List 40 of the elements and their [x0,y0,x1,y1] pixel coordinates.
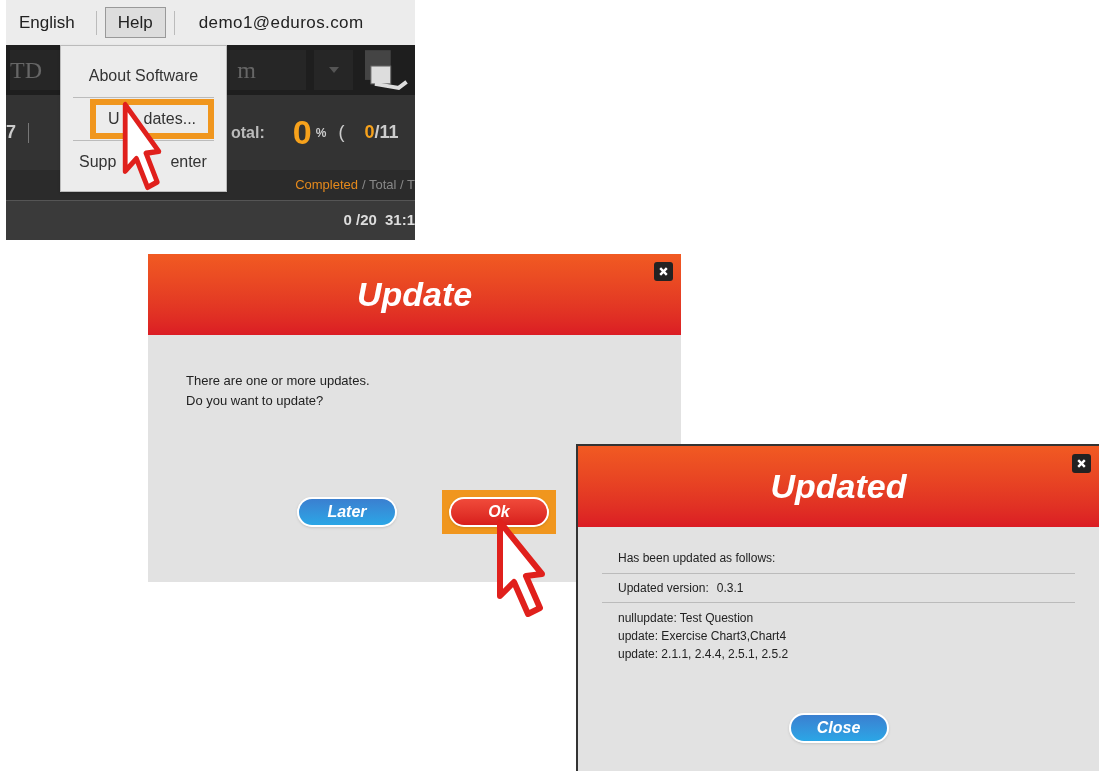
menu-item[interactable]: Supp enter [73,148,213,176]
caret-icon [328,67,339,73]
account-email: demo1@eduros.com [198,11,364,34]
time-value: 31:1 [384,210,415,231]
percent-value: 0 [292,112,312,153]
paren-text: ( [338,121,345,144]
pointer-cursor-icon [496,518,546,618]
menu-item-text: Supp [79,152,117,172]
legend-text: / Total / T [362,176,415,195]
menu-item[interactable]: Help [104,6,166,39]
change-line: update: Exercise Chart3,Chart4 [618,628,788,645]
close-icon [1076,458,1087,469]
total-count: /11 [374,122,399,142]
menu-item-text: dates... [143,109,197,129]
message-text: Do you want to update? [186,391,325,410]
count-value: 7 [6,121,16,144]
completed-legend: Completed [295,175,358,195]
message-text: There are one or more updates. [186,372,371,390]
close-icon [658,266,669,277]
progress-count: 0 /20 [343,210,377,231]
change-line: nullupdate: Test Question [618,610,755,627]
done-count: 0 [364,122,375,142]
version-label: Updated version: [618,580,709,597]
dialog-title: Update [356,274,473,315]
close-button[interactable] [1072,454,1091,473]
version-value: 0.3.1 [716,580,744,597]
percent-sign: % [315,124,327,142]
close-button[interactable] [654,262,673,281]
menu-item-text: U [108,109,120,129]
total-label: otal: [231,122,265,143]
change-line: update: 2.1.1, 2.4.4, 2.5.1, 2.5.2 [618,646,790,663]
menu-item[interactable]: U dates... [96,105,209,133]
menu-item-text: enter [170,152,207,172]
menu-item-text: About Software [88,65,199,86]
dialog-button[interactable]: Ok [449,497,549,527]
dialog-title: Updated [770,466,907,507]
menu-item[interactable]: About Software [82,61,205,90]
menu-item[interactable]: English [6,6,88,39]
heading-text: Has been updated as follows: [602,549,1075,574]
dropdown-toggle[interactable] [313,50,354,90]
